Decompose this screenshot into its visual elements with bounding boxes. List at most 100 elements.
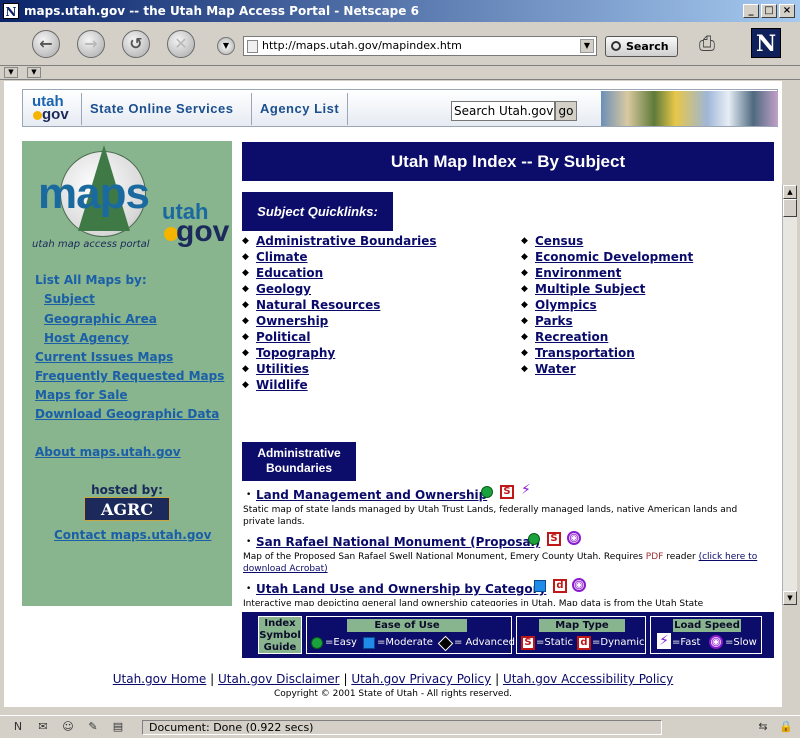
- reload-icon[interactable]: ↺: [122, 30, 150, 58]
- security-lock-icon: 🔒: [779, 720, 793, 733]
- footer-link-privacy[interactable]: Utah.gov Privacy Policy: [351, 672, 491, 686]
- forward-arrow-icon[interactable]: →: [77, 30, 105, 58]
- scroll-up-icon[interactable]: ▲: [783, 185, 797, 199]
- vertical-scrollbar[interactable]: ▲ ▼: [782, 185, 797, 605]
- guide-line: Index: [264, 618, 296, 629]
- quicklink-item[interactable]: Multiple Subject: [535, 282, 645, 296]
- load-speed-title: Load Speed: [673, 619, 741, 632]
- footer-link-home[interactable]: Utah.gov Home: [113, 672, 207, 686]
- tab-dropdown-icon[interactable]: ▼: [27, 67, 41, 78]
- quicklink-item[interactable]: Education: [256, 266, 323, 280]
- quicklink-bullet: ◆: [521, 236, 528, 246]
- page-title: Utah Map Index -- By Subject: [242, 142, 774, 181]
- title-bar: N maps.utah.gov -- the Utah Map Access P…: [0, 0, 800, 22]
- agrc-logo[interactable]: AGRC: [84, 497, 170, 521]
- legend-slow-label: =Slow: [725, 637, 757, 648]
- symbol-guide-label: Index Symbol Guide: [258, 616, 302, 654]
- netscape-brand-icon[interactable]: N: [751, 28, 781, 58]
- address-bar[interactable]: http://maps.utah.gov/mapindex.htm ▼: [243, 36, 597, 56]
- sidebar-link-frequently-requested[interactable]: Frequently Requested Maps: [35, 369, 224, 383]
- scroll-thumb[interactable]: [783, 199, 797, 217]
- quicklink-item[interactable]: Parks: [535, 314, 573, 328]
- maximize-button[interactable]: □: [761, 4, 777, 18]
- quicklink-item[interactable]: Political: [256, 330, 310, 344]
- scroll-down-icon[interactable]: ▼: [783, 591, 797, 605]
- static-map-icon: S: [521, 636, 535, 650]
- quicklink-item[interactable]: Environment: [535, 266, 621, 280]
- quicklink-item[interactable]: Wildlife: [256, 378, 308, 392]
- sidebar-link-maps-for-sale[interactable]: Maps for Sale: [35, 388, 128, 402]
- quicklink-item[interactable]: Water: [535, 362, 576, 376]
- page-viewport: utah gov State Online Services Agency Li…: [4, 81, 782, 707]
- logo-gov-text: gov: [42, 106, 69, 123]
- item-bullet: •: [246, 490, 252, 500]
- nav-state-online-services[interactable]: State Online Services: [81, 93, 241, 125]
- maps-utah-gov-logo[interactable]: maps utah gov utah map access portal: [30, 145, 230, 257]
- logo-dot: [33, 111, 42, 120]
- site-search-go-button[interactable]: go: [555, 101, 577, 121]
- url-history-dropdown-icon[interactable]: ▼: [217, 37, 235, 55]
- footer-link-accessibility[interactable]: Utah.gov Accessibility Policy: [503, 672, 673, 686]
- logo-tagline: utah map access portal: [32, 239, 150, 250]
- quicklink-item[interactable]: Utilities: [256, 362, 309, 376]
- sidebar-link-download-data[interactable]: Download Geographic Data: [35, 407, 219, 421]
- sidebar-link-geographic-area[interactable]: Geographic Area: [44, 312, 157, 326]
- close-button[interactable]: ×: [779, 4, 795, 18]
- address-book-icon[interactable]: ▤: [110, 720, 126, 734]
- minimize-button[interactable]: _: [743, 4, 759, 18]
- map-item-land-use[interactable]: Utah Land Use and Ownership by Category: [256, 582, 546, 596]
- quicklink-bullet: ◆: [242, 348, 249, 358]
- navigator-icon[interactable]: N: [10, 720, 26, 734]
- sidebar-toggle-icon[interactable]: ▼: [4, 67, 18, 78]
- legend-easy-label: =Easy: [325, 637, 357, 648]
- item-bullet: •: [246, 537, 252, 547]
- hosted-by-label: hosted by:: [91, 483, 163, 497]
- map-item-san-rafael[interactable]: San Rafael National Monument (Proposal): [256, 535, 540, 549]
- sidebar-link-host-agency[interactable]: Host Agency: [44, 331, 129, 345]
- quicklink-item[interactable]: Economic Development: [535, 250, 693, 264]
- quicklink-bullet: ◆: [242, 364, 249, 374]
- guide-line: Guide: [263, 642, 297, 653]
- address-dropdown-icon[interactable]: ▼: [580, 39, 594, 53]
- quicklink-item[interactable]: Administrative Boundaries: [256, 234, 437, 248]
- sidebar-link-contact[interactable]: Contact maps.utah.gov: [54, 528, 211, 542]
- advanced-icon: [437, 635, 454, 652]
- quicklink-item[interactable]: Transportation: [535, 346, 635, 360]
- logo-maps-text: maps: [38, 169, 150, 218]
- mail-icon[interactable]: ✉: [35, 720, 51, 734]
- logo-gov-word: gov: [176, 215, 230, 248]
- quicklink-bullet: ◆: [521, 316, 528, 326]
- quicklink-item[interactable]: Recreation: [535, 330, 608, 344]
- quicklink-bullet: ◆: [521, 332, 528, 342]
- sidebar-link-current-issues[interactable]: Current Issues Maps: [35, 350, 173, 364]
- footer-link-disclaimer[interactable]: Utah.gov Disclaimer: [218, 672, 340, 686]
- quicklink-item[interactable]: Census: [535, 234, 583, 248]
- item-bullet: •: [246, 584, 252, 594]
- quicklink-item[interactable]: Topography: [256, 346, 335, 360]
- im-icon[interactable]: ☺: [60, 720, 76, 734]
- quicklink-item[interactable]: Climate: [256, 250, 308, 264]
- quicklink-item[interactable]: Natural Resources: [256, 298, 380, 312]
- sidebar-link-subject[interactable]: Subject: [44, 292, 95, 306]
- quicklink-item[interactable]: Olympics: [535, 298, 597, 312]
- search-button[interactable]: Search: [605, 36, 678, 57]
- sidebar-link-about[interactable]: About maps.utah.gov: [35, 445, 181, 459]
- stop-icon[interactable]: ✕: [167, 30, 195, 58]
- moderate-icon: [363, 637, 375, 649]
- back-arrow-icon[interactable]: ←: [32, 30, 60, 58]
- ease-of-use-legend: Ease of Use =Easy =Moderate = Advanced: [306, 616, 515, 654]
- quicklink-item[interactable]: Ownership: [256, 314, 328, 328]
- easy-icon: [311, 637, 323, 649]
- print-icon[interactable]: ⎙: [699, 30, 733, 56]
- quicklink-item[interactable]: Geology: [256, 282, 311, 296]
- site-search-input[interactable]: Search Utah.gov: [451, 101, 555, 121]
- composer-icon[interactable]: ✎: [85, 720, 101, 734]
- static-map-icon: S: [547, 532, 561, 546]
- footer-links: Utah.gov Home | Utah.gov Disclaimer | Ut…: [4, 672, 782, 686]
- map-item-land-management[interactable]: Land Management and Ownership: [256, 488, 487, 502]
- status-bar: N ✉ ☺ ✎ ▤ Document: Done (0.922 secs) ⇆ …: [0, 715, 800, 738]
- netscape-app-icon: N: [3, 3, 19, 19]
- nav-agency-list[interactable]: Agency List: [251, 93, 349, 125]
- utah-gov-logo[interactable]: utah gov: [26, 93, 81, 123]
- browser-window: N maps.utah.gov -- the Utah Map Access P…: [0, 0, 800, 738]
